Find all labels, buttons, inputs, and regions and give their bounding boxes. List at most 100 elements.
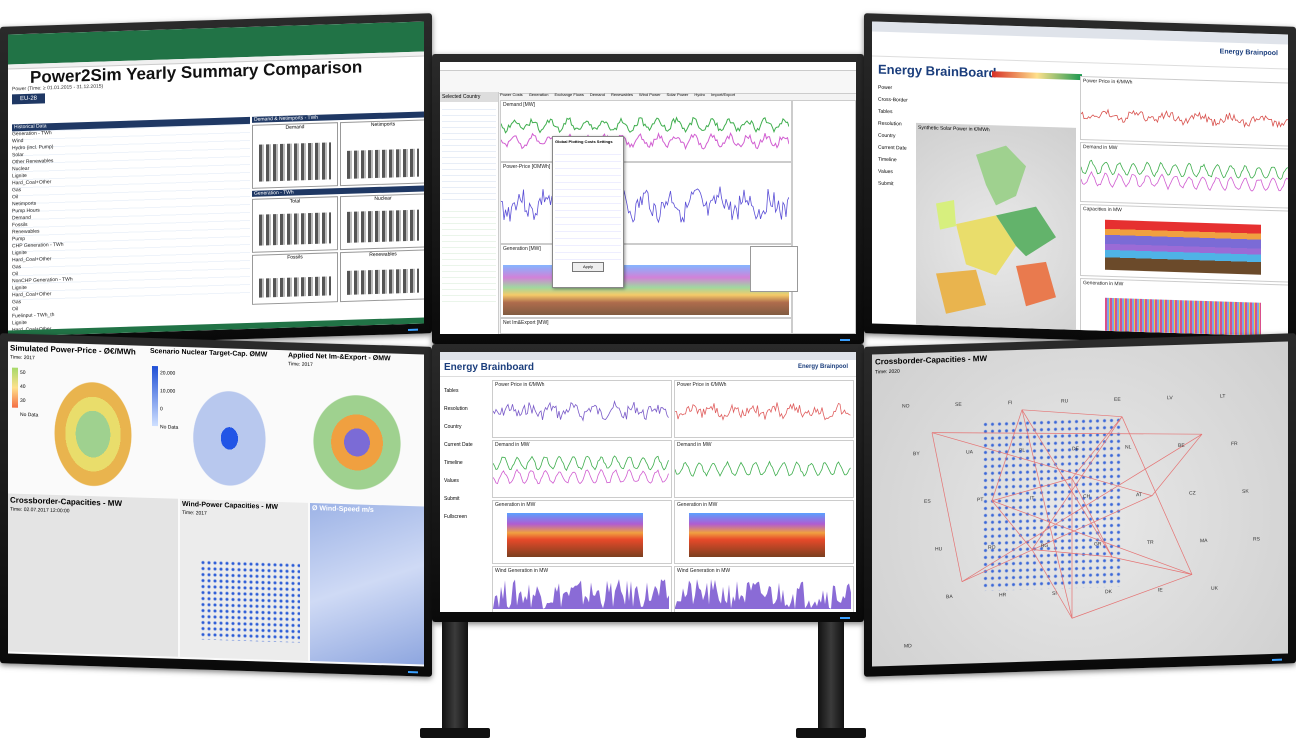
country-label: FI — [1008, 400, 1013, 407]
toolbar[interactable] — [440, 71, 856, 94]
map-net-export[interactable]: Applied Net Im-&Export - ØMW Time: 2017 — [286, 350, 424, 504]
wind-plot-left — [493, 579, 669, 609]
chart-capacities[interactable]: Capacities in MW — [1080, 204, 1288, 283]
tab-item[interactable]: Demand — [590, 92, 605, 97]
scenario-list[interactable] — [442, 104, 496, 204]
chart-gen-left[interactable]: Generation in MW — [492, 500, 672, 564]
monitor-top-left: Power2Sim Yearly Summary Comparison Powe… — [0, 13, 432, 347]
scale-label: 10,000 — [160, 388, 176, 395]
price-plot — [500, 186, 790, 224]
tab-item[interactable]: Power Costs — [500, 92, 523, 97]
capacity-area — [1105, 219, 1261, 275]
price-plot-right — [674, 402, 851, 421]
country-label: HR — [999, 592, 1007, 599]
sidebar-label: Selected Country — [440, 92, 498, 102]
map-wind-capacities[interactable]: Wind-Power Capacities - MW Time: 2017 — [180, 498, 308, 661]
chart-demand[interactable]: Demand in MW — [1080, 142, 1288, 209]
chart-renewables[interactable]: Renewables — [340, 249, 424, 303]
panel-demand[interactable]: Demand [MW] — [500, 100, 792, 162]
country-label: DE — [1072, 446, 1079, 453]
chart-title: Renewables — [369, 251, 397, 259]
monitor-bottom-right: Crossborder-Capacities - MW Time: 2020 N… — [864, 333, 1296, 677]
chart-demand[interactable]: Demand — [252, 122, 338, 189]
tab-item[interactable]: Solar Power — [667, 92, 689, 97]
panel-price[interactable]: Power-Price [€/MWh] — [500, 162, 792, 244]
chart-price-right[interactable]: Power Price in €/MWh — [674, 380, 854, 438]
tab-item[interactable]: Import/Export — [711, 92, 735, 97]
chart-title: Nuclear — [374, 195, 392, 203]
map2-scale-labels: 20,000 10,000 0 No Data — [160, 364, 178, 437]
panel-net[interactable]: Net Im&Export [MW] — [500, 318, 792, 334]
country-list[interactable] — [442, 206, 496, 306]
chart-generation[interactable]: Generation in MW — [1080, 278, 1288, 337]
apply-button[interactable]: Apply — [572, 262, 604, 272]
control-label: Current Date — [444, 442, 473, 448]
chart-title: Generation in MW — [677, 502, 718, 508]
dialog-options[interactable] — [555, 148, 621, 260]
scale-label: 50 — [20, 369, 26, 377]
map-power-price[interactable]: Simulated Power-Price - Ø€/MWh Time: 201… — [8, 341, 146, 495]
map2-shapes — [188, 371, 280, 495]
tab-item[interactable]: Wind Power — [639, 92, 661, 97]
data-table[interactable]: Historical Data Generation - TWh Wind Hydr… — [12, 116, 250, 337]
chart-title: Power Price in €/MWh — [677, 382, 727, 388]
settings-dialog[interactable]: Global Plotting Costs Settings Apply — [552, 136, 624, 288]
country-label: UA — [966, 449, 973, 456]
chart-wind-left[interactable]: Wind Generation in MW — [492, 566, 672, 612]
monitor-top-right: Energy Brainpool Energy BrainBoard Power… — [864, 13, 1296, 347]
chart-gen-right[interactable]: Generation in MW — [674, 500, 854, 564]
power2sim-screen: Selected Country Power Costs Generation Ex… — [440, 62, 856, 334]
chart-wind-right[interactable]: Wind Generation in MW — [674, 566, 854, 612]
chart-title: Fossils — [287, 254, 303, 261]
brand-logo: Energy Brainpool — [1219, 48, 1278, 58]
tab-bar[interactable]: Power Costs Generation Exchange Flows Deman… — [500, 92, 856, 98]
map-nuclear[interactable]: Scenario Nuclear Target-Cap. ØMW 20,000 1… — [148, 346, 284, 500]
sidebar[interactable]: Selected Country — [440, 92, 499, 334]
control-label: Tables — [444, 388, 459, 394]
chart-demand-right[interactable]: Demand in MW — [674, 440, 854, 498]
chart-price-left[interactable]: Power Price in €/MWh — [492, 380, 672, 438]
country-label: CZ — [1189, 490, 1196, 497]
app-title: Energy BrainBoard — [878, 61, 997, 81]
europe-map[interactable]: Synthetic Solar Power in €/MWh — [916, 122, 1076, 337]
chart-title: Wind Generation in MW — [495, 568, 549, 574]
power-led — [840, 339, 850, 341]
color-scale — [992, 71, 1082, 81]
chart-demand-left[interactable]: Demand in MW — [492, 440, 672, 498]
demand-plot-right — [674, 460, 851, 477]
country-label: SK — [1242, 488, 1249, 495]
chart-fossils[interactable]: Fossils — [252, 252, 338, 305]
bars — [347, 209, 419, 243]
control-labels: Power Cross-Border Tables Resolution Country… — [878, 82, 918, 191]
maps-screen: Simulated Power-Price - Ø€/MWh Time: 201… — [8, 341, 424, 667]
tab-item[interactable]: Hydro — [694, 92, 705, 97]
crossborder-screen[interactable]: Crossborder-Capacities - MW Time: 2020 N… — [872, 341, 1288, 667]
chart-title: Demand in MW — [677, 442, 712, 448]
chart-total[interactable]: Total — [252, 196, 338, 253]
power-led — [1272, 658, 1282, 661]
chart-price[interactable]: Power Price in €/MWh — [1080, 76, 1288, 147]
browser-bar[interactable] — [440, 352, 856, 360]
tab-item[interactable]: Generation — [529, 92, 549, 97]
tab-item[interactable]: Exchange Flows — [554, 92, 583, 97]
dialog-title: Global Plotting Costs Settings — [555, 139, 613, 144]
chart-title: Demand in MW — [495, 442, 530, 448]
bars — [259, 212, 331, 246]
tab-item[interactable]: Renewables — [611, 92, 633, 97]
chart-title: Power Price in €/MWh — [495, 382, 545, 388]
bars — [347, 148, 419, 179]
brainboard2-screen: Energy Brainboard Energy Brainpool Table… — [440, 352, 856, 612]
map1-shapes — [44, 366, 142, 490]
monitor-bottom-center: Energy Brainboard Energy Brainpool Table… — [432, 344, 864, 622]
control-label: Resolution — [444, 406, 468, 412]
foot-right — [796, 728, 866, 738]
map-crossborder[interactable]: Crossborder-Capacities - MW Time: 02.07.… — [8, 493, 178, 657]
control-label: Timeline — [444, 460, 463, 466]
country-label: FR — [1231, 441, 1238, 448]
map-wind-speed[interactable]: Ø Wind-Speed m/s — [310, 502, 424, 665]
chart-nuclear[interactable]: Nuclear — [340, 193, 424, 251]
panel-generation[interactable]: Generation [MW] — [500, 244, 792, 318]
country-label: PT — [977, 497, 984, 504]
price-plot — [1080, 108, 1288, 129]
chart-netimports[interactable]: Netimports — [340, 119, 424, 187]
